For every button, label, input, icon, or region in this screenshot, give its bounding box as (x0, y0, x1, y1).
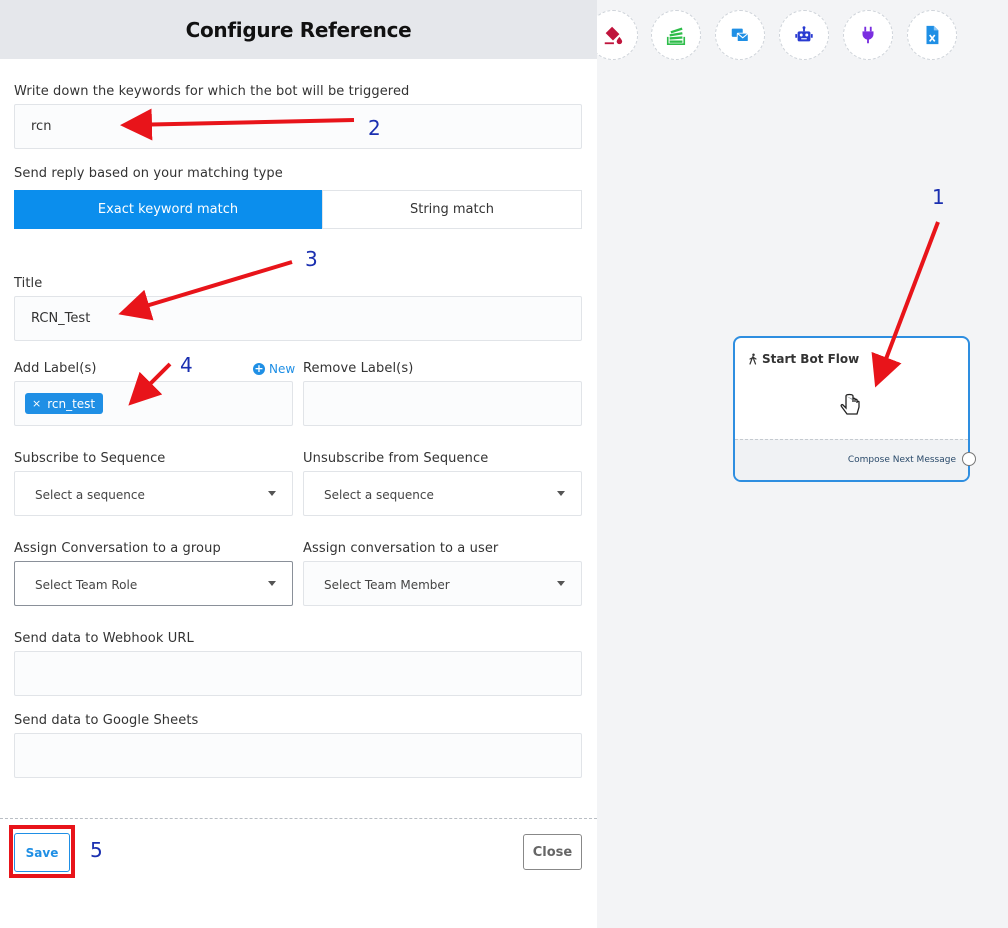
node-title: Start Bot Flow (747, 352, 859, 366)
node-title-text: Start Bot Flow (762, 352, 860, 366)
subscribe-sequence-select[interactable]: Select a sequence (14, 471, 293, 516)
panel-header: Configure Reference (0, 0, 597, 59)
compose-next-message-link[interactable]: Compose Next Message (848, 455, 956, 465)
robot-button[interactable] (779, 10, 829, 60)
plus-icon: + (253, 362, 265, 375)
unsubscribe-sequence-label: Unsubscribe from Sequence (303, 451, 489, 466)
stack-button[interactable] (651, 10, 701, 60)
string-match-button[interactable]: String match (322, 190, 582, 229)
plug-icon (862, 26, 874, 44)
save-button[interactable]: Save (14, 833, 70, 872)
unsubscribe-sequence-value: Select a sequence (324, 488, 434, 502)
label-tag-text: rcn_test (47, 396, 96, 411)
remove-labels-input[interactable] (303, 381, 582, 426)
annotation-number-1: 1 (932, 185, 945, 209)
excel-file-icon (926, 25, 939, 45)
new-label-text: New (269, 362, 296, 376)
close-button[interactable]: Close (523, 834, 582, 870)
webhook-input[interactable] (14, 651, 582, 696)
assign-user-label: Assign conversation to a user (303, 541, 499, 556)
title-value: RCN_Test (31, 311, 91, 326)
excel-file-button[interactable] (907, 10, 957, 60)
configure-reference-panel: Configure Reference Write down the keywo… (0, 0, 597, 928)
title-label: Title (14, 276, 43, 291)
plug-button[interactable] (843, 10, 893, 60)
google-sheets-input[interactable] (14, 733, 582, 778)
annotation-number-5: 5 (90, 838, 103, 862)
panel-title: Configure Reference (185, 17, 412, 42)
subscribe-sequence-label: Subscribe to Sequence (14, 451, 166, 466)
keywords-input[interactable]: rcn (14, 104, 582, 149)
remove-tag-icon[interactable]: × (32, 397, 41, 410)
new-label-button[interactable]: + New (253, 362, 295, 376)
annotation-number-3: 3 (305, 247, 318, 271)
footer-divider (0, 818, 597, 819)
chevron-down-icon (268, 581, 276, 586)
assign-group-label: Assign Conversation to a group (14, 541, 221, 556)
node-connection-handle[interactable] (962, 452, 976, 466)
chevron-down-icon (557, 581, 565, 586)
email-sms-button[interactable] (715, 10, 765, 60)
title-input[interactable]: RCN_Test (14, 296, 582, 341)
robot-icon (795, 26, 813, 42)
keywords-label: Write down the keywords for which the bo… (14, 84, 410, 99)
node-footer: Compose Next Message (735, 439, 968, 480)
label-tag: × rcn_test (25, 393, 104, 414)
subscribe-sequence-value: Select a sequence (35, 488, 145, 502)
chevron-down-icon (557, 491, 565, 496)
add-labels-label: Add Label(s) (14, 361, 97, 376)
email-sms-icon (731, 28, 749, 42)
walking-person-icon (749, 353, 757, 365)
remove-labels-label: Remove Label(s) (303, 361, 414, 376)
stack-icon (666, 27, 686, 45)
annotation-number-4: 4 (180, 353, 193, 377)
assign-group-value: Select Team Role (35, 578, 138, 592)
assign-group-select[interactable]: Select Team Role (14, 561, 293, 606)
paint-bucket-icon (604, 26, 623, 45)
assign-user-value: Select Team Member (324, 578, 450, 592)
hand-cursor-icon (840, 393, 860, 415)
matching-type-label: Send reply based on your matching type (14, 166, 283, 181)
start-bot-flow-node[interactable]: Start Bot Flow Compose Next Message (733, 336, 970, 482)
assign-user-select[interactable]: Select Team Member (303, 561, 582, 606)
unsubscribe-sequence-select[interactable]: Select a sequence (303, 471, 582, 516)
keywords-value: rcn (31, 119, 52, 134)
google-sheets-label: Send data to Google Sheets (14, 713, 199, 728)
annotation-number-2: 2 (368, 116, 381, 140)
exact-keyword-match-button[interactable]: Exact keyword match (14, 190, 322, 229)
chevron-down-icon (268, 491, 276, 496)
webhook-label: Send data to Webhook URL (14, 631, 194, 646)
